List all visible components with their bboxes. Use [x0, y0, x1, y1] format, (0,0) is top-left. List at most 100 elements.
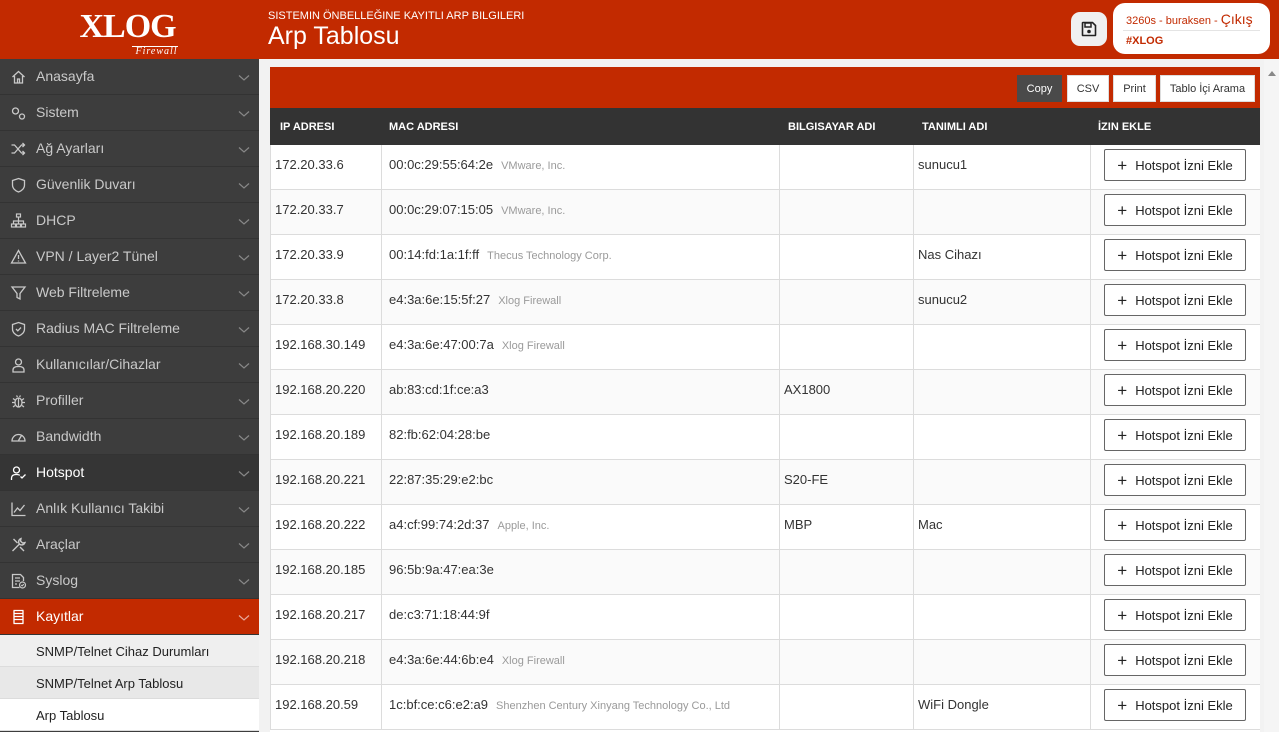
add-hotspot-permission-button[interactable]: + Hotspot İzni Ekle [1104, 239, 1246, 271]
copy-button[interactable]: Copy [1017, 75, 1062, 102]
sidebar-item-profiller[interactable]: Profiller [0, 383, 259, 419]
chevron-down-icon [238, 543, 250, 549]
logo[interactable]: XLOG Firewall [0, 0, 259, 59]
sidebar: Anasayfa Sistem Ağ Ayarları Güvenlik Duv… [0, 59, 259, 732]
column-header-permission[interactable]: İZIN EKLE [1098, 121, 1151, 133]
table-row: 192.168.20.222 a4:cf:99:74:2d:37 Apple, In… [270, 505, 1260, 550]
ip-address: 192.168.20.217 [275, 607, 366, 622]
column-header-defined-name[interactable]: TANIMLI ADI [922, 121, 987, 133]
sidebar-item-vpn[interactable]: VPN / Layer2 Tünel [0, 239, 259, 275]
sidebar-item-sistem[interactable]: Sistem [0, 95, 259, 131]
submenu-snmp-cihaz-durumlari[interactable]: SNMP/Telnet Cihaz Durumları [0, 635, 259, 667]
hostname-cell [780, 280, 914, 324]
ip-address: 192.168.20.222 [275, 517, 366, 532]
table-row: 172.20.33.6 00:0c:29:55:64:2e VMware, Inc.… [270, 145, 1260, 190]
sidebar-item-araclar[interactable]: Araçlar [0, 527, 259, 563]
button-label: Hotspot İzni Ekle [1135, 157, 1233, 173]
sidebar-item-anlik-kullanici[interactable]: Anlık Kullanıcı Takibi [0, 491, 259, 527]
page-title: Arp Tablosu [268, 22, 400, 50]
defined-name-cell [914, 190, 1091, 234]
table-body: 172.20.33.6 00:0c:29:55:64:2e VMware, Inc.… [270, 145, 1260, 730]
mac-cell: e4:3a:6e:15:5f:27 Xlog Firewall [382, 280, 780, 324]
chevron-down-icon [238, 507, 250, 513]
hostname-cell [780, 415, 914, 459]
logo-subtext: Firewall [131, 45, 178, 56]
sidebar-item-kayitlar[interactable]: Kayıtlar [0, 599, 259, 635]
mac-cell: 22:87:35:29:e2:bc [382, 460, 780, 504]
add-hotspot-permission-button[interactable]: + Hotspot İzni Ekle [1104, 689, 1246, 721]
add-hotspot-permission-button[interactable]: + Hotspot İzni Ekle [1104, 509, 1246, 541]
chevron-down-icon [238, 435, 250, 441]
scroll-up-arrow-icon[interactable] [1268, 71, 1276, 76]
add-hotspot-permission-button[interactable]: + Hotspot İzni Ekle [1104, 284, 1246, 316]
mac-address: 00:14:fd:1a:1f:ff [389, 247, 480, 262]
csv-button[interactable]: CSV [1067, 75, 1109, 102]
chevron-down-icon [238, 363, 250, 369]
column-header-hostname[interactable]: BILGISAYAR ADI [788, 121, 875, 133]
mac-cell: a4:cf:99:74:2d:37 Apple, Inc. [382, 505, 780, 549]
hostname-cell [780, 640, 914, 684]
add-hotspot-permission-button[interactable]: + Hotspot İzni Ekle [1104, 464, 1246, 496]
user-check-icon [10, 466, 26, 480]
table-row: 192.168.20.59 1c:bf:ce:c6:e2:a9 Shenzhen C… [270, 685, 1260, 730]
ip-address: 192.168.20.220 [275, 382, 366, 397]
column-header-ip[interactable]: IP ADRESI [280, 121, 334, 133]
hostname-cell: AX1800 [780, 370, 914, 414]
ip-cell: 172.20.33.9 [271, 235, 382, 279]
sidebar-item-web-filtreleme[interactable]: Web Filtreleme [0, 275, 259, 311]
chevron-down-icon [238, 291, 250, 297]
mac-vendor: Thecus Technology Corp. [487, 250, 612, 262]
add-hotspot-permission-button[interactable]: + Hotspot İzni Ekle [1104, 554, 1246, 586]
defined-name-cell [914, 370, 1091, 414]
column-header-mac[interactable]: MAC ADRESI [389, 121, 458, 133]
shield-check-icon [11, 321, 26, 337]
defined-name-cell [914, 415, 1091, 459]
print-button[interactable]: Print [1113, 75, 1156, 102]
sidebar-item-label: Araçlar [36, 536, 81, 552]
shield-icon [11, 177, 26, 193]
sidebar-item-ag-ayarlari[interactable]: Ağ Ayarları [0, 131, 259, 167]
logout-link[interactable]: Çıkış [1221, 11, 1253, 27]
add-hotspot-permission-button[interactable]: + Hotspot İzni Ekle [1104, 419, 1246, 451]
submenu-arp-tablosu[interactable]: Arp Tablosu [0, 699, 259, 731]
mac-address: e4:3a:6e:47:00:7a [389, 337, 494, 352]
button-label: Hotspot İzni Ekle [1135, 472, 1233, 488]
button-label: Hotspot İzni Ekle [1135, 652, 1233, 668]
plus-icon: + [1117, 470, 1128, 490]
sidebar-item-label: Kullanıcılar/Cihazlar [36, 356, 161, 372]
add-hotspot-permission-button[interactable]: + Hotspot İzni Ekle [1104, 194, 1246, 226]
sidebar-item-kullanicilar[interactable]: Kullanıcılar/Cihazlar [0, 347, 259, 383]
sidebar-item-anasayfa[interactable]: Anasayfa [0, 59, 259, 95]
sidebar-item-bandwidth[interactable]: Bandwidth [0, 419, 259, 455]
user-icon [12, 358, 25, 373]
mac-cell: e4:3a:6e:44:6b:e4 Xlog Firewall [382, 640, 780, 684]
defined-name: Mac [918, 517, 943, 532]
add-hotspot-permission-button[interactable]: + Hotspot İzni Ekle [1104, 149, 1246, 181]
button-label: Hotspot İzni Ekle [1135, 292, 1233, 308]
add-hotspot-permission-button[interactable]: + Hotspot İzni Ekle [1104, 374, 1246, 406]
table-row: 192.168.20.189 82:fb:62:04:28:be + Hotspot … [270, 415, 1260, 460]
add-hotspot-permission-button[interactable]: + Hotspot İzni Ekle [1104, 644, 1246, 676]
sidebar-item-hotspot[interactable]: Hotspot [0, 455, 259, 491]
ip-cell: 192.168.30.149 [271, 325, 382, 369]
sidebar-item-label: Bandwidth [36, 428, 102, 444]
submenu-snmp-arp-tablosu[interactable]: SNMP/Telnet Arp Tablosu [0, 667, 259, 699]
sidebar-item-guvenlik-duvari[interactable]: Güvenlik Duvarı [0, 167, 259, 203]
add-hotspot-permission-button[interactable]: + Hotspot İzni Ekle [1104, 599, 1246, 631]
save-button[interactable] [1071, 12, 1107, 46]
hostname-cell [780, 325, 914, 369]
plus-icon: + [1117, 335, 1128, 355]
defined-name-cell: sunucu1 [914, 145, 1091, 189]
logo-text: XLOG [79, 7, 177, 45]
ip-cell: 172.20.33.6 [271, 145, 382, 189]
sidebar-item-syslog[interactable]: Syslog [0, 563, 259, 599]
sidebar-item-dhcp[interactable]: DHCP [0, 203, 259, 239]
scrollbar[interactable] [1264, 59, 1279, 732]
sitemap-icon [10, 213, 27, 228]
defined-name: WiFi Dongle [918, 697, 989, 712]
table-header: IP ADRESI MAC ADRESI BILGISAYAR ADI TANI… [270, 108, 1260, 145]
sidebar-item-radius-mac[interactable]: Radius MAC Filtreleme [0, 311, 259, 347]
table-search-button[interactable]: Tablo İçi Arama [1160, 75, 1255, 102]
add-hotspot-permission-button[interactable]: + Hotspot İzni Ekle [1104, 329, 1246, 361]
sidebar-item-label: DHCP [36, 212, 76, 228]
